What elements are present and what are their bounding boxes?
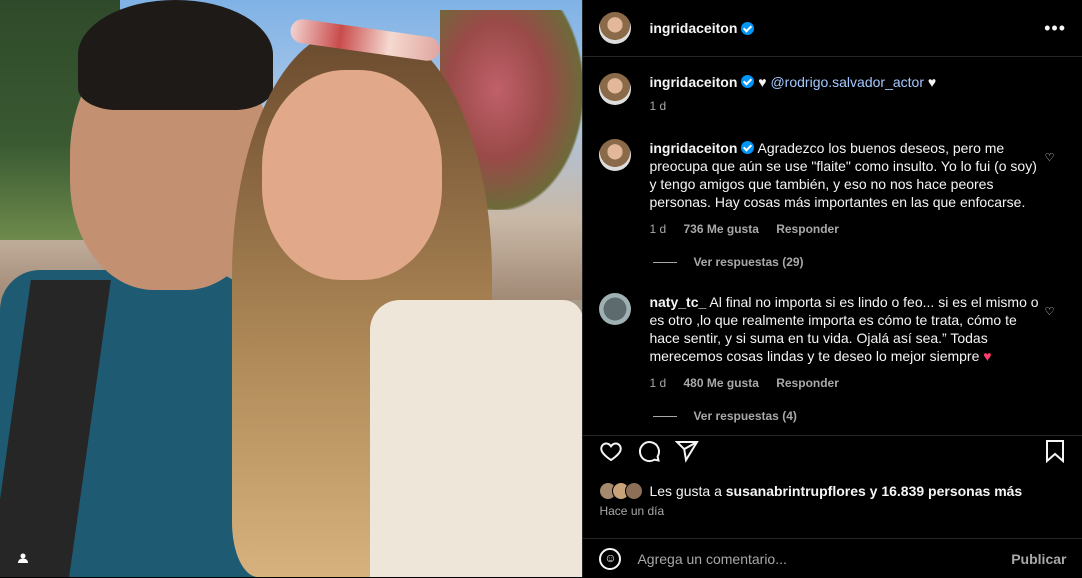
tagged-user-icon[interactable] xyxy=(10,545,36,571)
add-comment-bar: ☺ Agrega un comentario... Publicar xyxy=(583,538,1082,578)
comment-text: ♥ xyxy=(758,74,771,90)
comment-avatar[interactable] xyxy=(599,293,632,325)
post-panel: ingridaceiton ••• ingridaceiton ♥ @rodri… xyxy=(582,0,1082,577)
comment-username[interactable]: naty_tc_ xyxy=(649,294,706,310)
comment-item: ingridaceiton ♥ @rodrigo.salvador_actor … xyxy=(599,73,1066,115)
like-comment-icon[interactable]: ♡ xyxy=(1045,305,1055,318)
publish-button[interactable]: Publicar xyxy=(1011,551,1066,567)
comment-time: 1 d xyxy=(649,99,667,113)
comments-list: ingridaceiton ♥ @rodrigo.salvador_actor … xyxy=(583,57,1082,435)
mention-link[interactable]: @rodrigo.salvador_actor xyxy=(770,74,924,90)
verified-icon xyxy=(741,75,755,88)
comment-input[interactable]: Agrega un comentario... xyxy=(637,551,1011,567)
view-replies-button[interactable]: Ver respuestas (4) xyxy=(653,409,797,423)
liker-avatar xyxy=(625,482,644,500)
post-time: Hace un día xyxy=(599,504,665,518)
view-replies-label: Ver respuestas (29) xyxy=(693,255,804,269)
reply-button[interactable]: Responder xyxy=(776,222,839,236)
comment-icon[interactable] xyxy=(637,439,661,469)
post-actions: Les gusta a susanabrintrupflores y 16.83… xyxy=(583,435,1082,570)
like-icon[interactable] xyxy=(599,439,623,469)
comment-likes[interactable]: 480 Me gusta xyxy=(684,376,759,390)
share-icon[interactable] xyxy=(675,439,700,469)
comment-username[interactable]: ingridaceiton xyxy=(649,74,737,90)
post-header: ingridaceiton ••• xyxy=(583,0,1082,57)
more-options-icon[interactable]: ••• xyxy=(1044,18,1066,39)
likes-user[interactable]: susanabrintrupflores xyxy=(726,483,866,499)
comment-item: ingridaceiton Agradezco los buenos deseo… xyxy=(599,139,1066,238)
view-replies-label: Ver respuestas (4) xyxy=(693,409,797,423)
reply-button[interactable]: Responder xyxy=(776,376,839,390)
comment-text: ♥ xyxy=(923,74,937,90)
comment-username[interactable]: ingridaceiton xyxy=(649,140,737,156)
comment-time: 1 d xyxy=(649,376,667,390)
likes-summary[interactable]: Les gusta a susanabrintrupflores y 16.83… xyxy=(599,482,1022,500)
verified-icon xyxy=(741,141,755,154)
author-username[interactable]: ingridaceiton xyxy=(649,20,737,36)
heart-emoji: ♥ xyxy=(983,348,992,364)
emoji-icon[interactable]: ☺ xyxy=(599,547,622,570)
verified-icon xyxy=(741,21,755,35)
comment-avatar[interactable] xyxy=(599,73,632,105)
comment-item: naty_tc_ Al final no importa si es lindo… xyxy=(599,293,1066,392)
like-comment-icon[interactable]: ♡ xyxy=(1045,151,1055,164)
post-photo xyxy=(0,0,583,577)
comment-likes[interactable]: 736 Me gusta xyxy=(684,222,759,236)
view-replies-button[interactable]: Ver respuestas (29) xyxy=(653,255,804,269)
comment-text: Al final no importa si es lindo o feo...… xyxy=(649,294,1039,364)
likes-prefix: Les gusta a xyxy=(649,483,726,499)
author-avatar[interactable] xyxy=(599,12,632,44)
comment-avatar[interactable] xyxy=(599,139,632,171)
likes-suffix[interactable]: y 16.839 personas más xyxy=(866,483,1023,499)
save-icon[interactable] xyxy=(1044,439,1066,469)
comment-time: 1 d xyxy=(649,222,667,236)
